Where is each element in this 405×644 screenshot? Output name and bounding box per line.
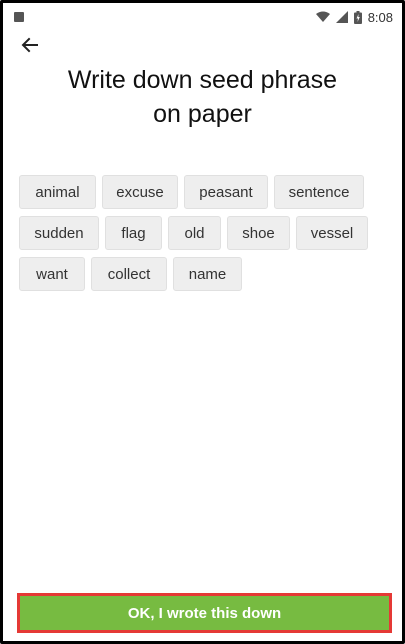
- word-row-3: want collect name: [19, 257, 389, 291]
- word-chip: collect: [91, 257, 167, 291]
- word-chip: flag: [105, 216, 162, 250]
- status-left: [14, 12, 24, 22]
- word-chip: animal: [19, 175, 96, 209]
- wifi-icon: [315, 11, 330, 22]
- word-chip: sudden: [19, 216, 99, 250]
- back-button[interactable]: [19, 34, 41, 56]
- status-bar: 8:08: [6, 6, 399, 28]
- word-chip: peasant: [184, 175, 268, 209]
- notification-icon: [14, 12, 24, 22]
- status-time: 8:08: [367, 9, 393, 25]
- back-arrow-icon: [21, 37, 38, 53]
- word-row-1: animal excuse peasant sentence: [19, 175, 389, 209]
- status-right: 8:08: [315, 9, 393, 25]
- title-line-2: on paper: [153, 100, 252, 128]
- title-line-1: Write down seed phrase: [67, 66, 338, 94]
- word-row-2: sudden flag old shoe vessel: [19, 216, 389, 250]
- word-chip: shoe: [227, 216, 290, 250]
- seed-phrase-words: animal excuse peasant sentence sudden fl…: [19, 175, 389, 298]
- word-chip: vessel: [296, 216, 368, 250]
- phone-frame: 8:08 Write down seed phrase on paper ani…: [0, 0, 405, 644]
- word-chip: sentence: [274, 175, 364, 209]
- word-chip: want: [19, 257, 85, 291]
- battery-icon: [353, 10, 362, 24]
- word-chip: old: [168, 216, 221, 250]
- word-chip: name: [173, 257, 242, 291]
- page-title: Write down seed phrase on paper: [23, 63, 382, 131]
- confirm-wrote-down-button[interactable]: OK, I wrote this down: [17, 593, 392, 633]
- word-chip: excuse: [102, 175, 178, 209]
- signal-icon: [335, 11, 348, 23]
